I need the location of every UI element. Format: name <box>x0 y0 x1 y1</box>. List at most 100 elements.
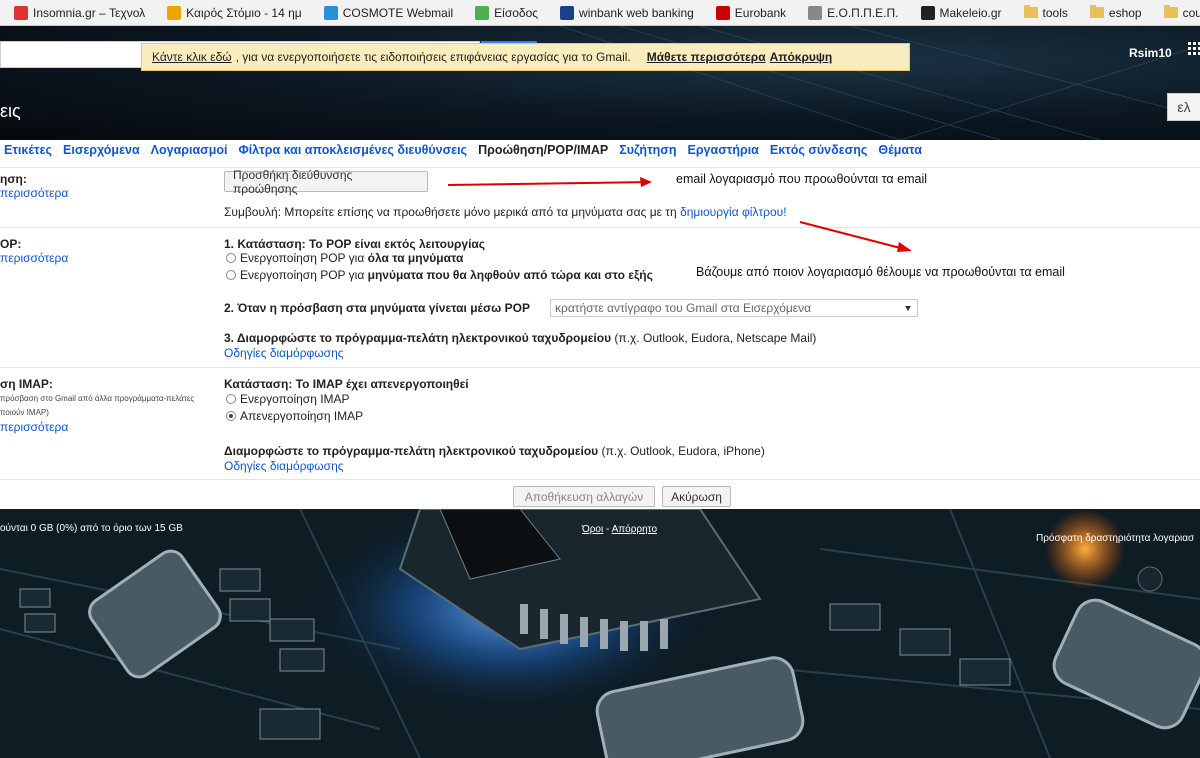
imap-section: ση IMAP: πρόσβαση στο Gmail από άλλα προ… <box>0 367 1200 480</box>
pop-step3: 3. Διαμορφώστε το πρόγραμμα-πελάτη ηλεκτ… <box>224 331 816 345</box>
settings-tab[interactable]: Ετικέτες <box>0 143 63 157</box>
bookmark-favicon-icon <box>715 5 730 20</box>
imap-desc-2: ποιούν IMAP) <box>0 408 49 417</box>
pop-status: 1. Κατάσταση: Το POP είναι εκτός λειτουρ… <box>224 237 486 251</box>
dismiss-link[interactable]: Απόκρυψη <box>770 50 833 64</box>
settings-tab[interactable]: Εισερχόμενα <box>63 143 151 157</box>
settings-tab[interactable]: Προώθηση/POP/IMAP <box>478 143 619 157</box>
imap-learn-more-link[interactable]: περισσότερα <box>0 420 68 434</box>
imap-disable-radio[interactable] <box>226 411 236 421</box>
settings-tab[interactable]: Φίλτρα και αποκλεισμένες διευθύνσεις <box>238 143 478 157</box>
forwarding-tip-text: Συμβουλή: Μπορείτε επίσης να προωθήσετε … <box>224 205 681 219</box>
terms-link[interactable]: Όροι <box>582 524 603 535</box>
bookmark-label: winbank web banking <box>579 5 694 20</box>
imap-option-disable[interactable]: Απενεργοποίηση IMAP <box>226 409 363 423</box>
imap-instructions-link[interactable]: Οδηγίες διαμόρφωσης <box>224 459 344 473</box>
pop-action-select[interactable]: κρατήστε αντίγραφο του Gmail στα Εισερχό… <box>550 299 918 317</box>
annotation-note-2: Βάζουμε από ποιον λογαριασμό θέλουμε να … <box>690 265 1071 279</box>
bookmark-folder-label: eshop <box>1108 5 1142 20</box>
language-button[interactable]: ελ <box>1167 93 1200 121</box>
bookmark-item[interactable]: Καιρός Στόμιο - 14 ημ <box>153 5 310 20</box>
pop-step3-bold: 3. Διαμορφώστε το πρόγραμμα-πελάτη ηλεκτ… <box>224 331 612 345</box>
chevron-down-icon <box>905 306 911 311</box>
annotation-note-1: email λογαριασμό που προωθούνται τα emai… <box>670 172 934 186</box>
add-forwarding-address-button[interactable]: Προσθήκη διεύθυνσης προώθησης <box>224 168 428 196</box>
footer-separator: - <box>603 524 612 535</box>
footer-links: Όροι - Απόρρητο <box>582 524 657 535</box>
account-name[interactable]: Rsim10 <box>1129 46 1172 60</box>
imap-label: ση IMAP: <box>0 377 53 391</box>
pop-section: OP: περισσότερα 1. Κατάσταση: Το POP είν… <box>0 227 1200 368</box>
pop-all-text: Ενεργοποίηση POP για <box>240 251 368 265</box>
storage-usage: ούνται 0 GB (0%) από το όριο των 15 GB <box>0 523 183 534</box>
pop-option-all[interactable]: Ενεργοποίηση POP για όλα τα μηνύματα <box>226 251 463 265</box>
cancel-button[interactable]: Ακύρωση <box>662 486 731 507</box>
bookmark-favicon-icon <box>14 5 28 20</box>
forwarding-learn-more-link[interactable]: περισσότερα <box>0 186 68 200</box>
save-changes-button[interactable]: Αποθήκευση αλλαγών <box>513 486 655 507</box>
bookmark-label: Eurobank <box>734 5 787 20</box>
last-account-activity[interactable]: Πρόσφατη δραστηριότητα λογαριασ <box>1036 533 1194 544</box>
settings-tab[interactable]: Θέματα <box>878 143 933 157</box>
bookmark-item[interactable]: winbank web banking <box>546 5 702 20</box>
bookmark-label: Είσοδος <box>494 5 539 20</box>
pop-option-new[interactable]: Ενεργοποίηση POP για μηνύματα που θα ληφ… <box>226 268 653 282</box>
pop-step3-rest: (π.χ. Outlook, Eudora, Netscape Mail) <box>611 331 817 345</box>
pop-action-select-value: κρατήστε αντίγραφο του Gmail στα Εισερχό… <box>555 301 812 315</box>
settings-actions: Αποθήκευση αλλαγών Ακύρωση <box>0 479 1200 510</box>
forwarding-tip: Συμβουλή: Μπορείτε επίσης να προωθήσετε … <box>224 205 787 219</box>
pop-all-bold: όλα τα μηνύματα <box>367 251 464 265</box>
forwarding-section: ηση: περισσότερα Προσθήκη διεύθυνσης προ… <box>0 167 1200 228</box>
bookmark-favicon-icon <box>475 5 490 20</box>
settings-tab[interactable]: Λογαριασμοί <box>151 143 239 157</box>
settings-tab[interactable]: Εκτός σύνδεσης <box>770 143 878 157</box>
bookmark-label: Insomnia.gr – Τεχνολ <box>33 5 146 20</box>
bookmark-folder[interactable]: eshop <box>1076 5 1150 20</box>
bookmark-item[interactable]: Eurobank <box>702 5 794 20</box>
create-filter-link[interactable]: δημιουργία φίλτρου! <box>680 205 787 219</box>
imap-configure-rest: (π.χ. Outlook, Eudora, iPhone) <box>598 444 765 458</box>
pop-step2-label: 2. Όταν η πρόσβαση στα μηνύματα γίνεται … <box>224 301 530 315</box>
bookmark-item[interactable]: COSMOTE Webmail <box>310 5 461 20</box>
bookmark-item[interactable]: Makeleio.gr <box>907 5 1010 20</box>
bookmark-favicon-icon <box>920 5 935 20</box>
pop-all-radio[interactable] <box>226 253 236 263</box>
learn-more-link[interactable]: Μάθετε περισσότερα <box>647 50 766 64</box>
circuit-board-art <box>0 509 1200 758</box>
bookmark-label: Makeleio.gr <box>939 5 1002 20</box>
footer-background: ούνται 0 GB (0%) από το όριο των 15 GB Ό… <box>0 509 1200 758</box>
bookmark-item[interactable]: Ε.Ο.Π.Π.Ε.Π. <box>794 5 906 20</box>
pop-learn-more-link[interactable]: περισσότερα <box>0 251 68 265</box>
bookmark-folder[interactable]: courier <box>1150 5 1200 20</box>
bookmark-folder-label: courier <box>1182 5 1200 20</box>
bookmark-item[interactable]: Είσοδος <box>461 5 546 20</box>
folder-icon <box>1023 5 1038 18</box>
imap-configure-bold: Διαμορφώστε το πρόγραμμα-πελάτη ηλεκτρον… <box>224 444 599 458</box>
imap-enable-radio[interactable] <box>226 394 236 404</box>
privacy-link[interactable]: Απόρρητο <box>612 524 657 535</box>
imap-option-enable[interactable]: Ενεργοποίηση IMAP <box>226 392 350 406</box>
pop-label: OP: <box>0 237 22 251</box>
bookmark-folder-label: tools <box>1042 5 1068 20</box>
folder-icon <box>1089 5 1104 18</box>
bookmark-item[interactable]: Insomnia.gr – Τεχνολ <box>0 5 153 20</box>
bookmark-label: COSMOTE Webmail <box>342 5 454 20</box>
settings-tab[interactable]: Εργαστήρια <box>687 143 769 157</box>
bookmark-folder[interactable]: tools <box>1010 5 1076 20</box>
imap-enable-text: Ενεργοποίηση IMAP <box>240 392 350 406</box>
bookmarks-bar: Insomnia.gr – Τεχνολ Καιρός Στόμιο - 14 η… <box>0 0 1200 26</box>
settings-tabs: Ετικέτες Εισερχόμενα Λογαριασμοί Φίλτρα και… <box>0 140 1200 160</box>
pop-new-radio[interactable] <box>226 270 236 280</box>
imap-disable-text: Απενεργοποίηση IMAP <box>240 409 364 423</box>
desktop-notification-banner: Κάντε κλικ εδώ, για να ενεργοποιήσετε τι… <box>141 43 910 71</box>
settings-tab[interactable]: Συζήτηση <box>619 143 687 157</box>
forwarding-label: ηση: <box>0 172 27 186</box>
settings-panel: Ετικέτες Εισερχόμενα Λογαριασμοί Φίλτρα και… <box>0 140 1200 509</box>
apps-grid-icon[interactable] <box>1188 42 1200 55</box>
pop-instructions-link[interactable]: Οδηγίες διαμόρφωσης <box>224 346 344 360</box>
imap-status: Κατάσταση: Το IMAP έχει απενεργοποιηθεί <box>224 377 469 391</box>
enable-notifications-link[interactable]: Κάντε κλικ εδώ <box>152 50 232 64</box>
pop-new-text: Ενεργοποίηση POP για <box>240 268 368 282</box>
bookmark-favicon-icon <box>323 5 338 20</box>
pop-new-bold: μηνύματα που θα ληφθούν από τώρα και στο… <box>367 268 653 282</box>
